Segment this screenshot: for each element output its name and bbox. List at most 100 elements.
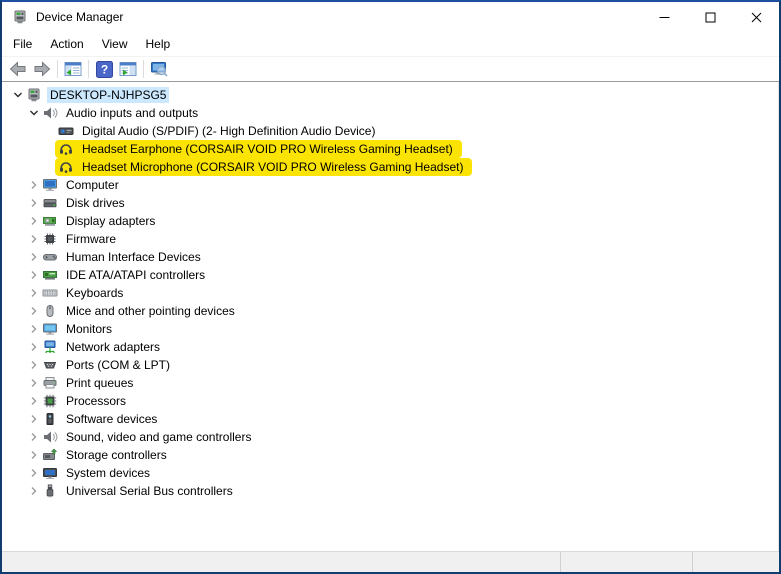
tree-item[interactable]: Mice and other pointing devices xyxy=(2,302,778,320)
tree-item-label: Headset Microphone (CORSAIR VOID PRO Wir… xyxy=(79,159,466,175)
back-button[interactable] xyxy=(6,58,30,80)
tree-item[interactable]: Universal Serial Bus controllers xyxy=(2,482,778,500)
chevron-spacer xyxy=(42,123,58,139)
chevron-expanded-icon[interactable] xyxy=(26,105,42,121)
tree-item-label: Disk drives xyxy=(63,195,128,211)
tree-item[interactable]: Human Interface Devices xyxy=(2,248,778,266)
close-button[interactable] xyxy=(733,2,779,32)
status-bar xyxy=(2,551,779,572)
tree-item[interactable]: Ports (COM & LPT) xyxy=(2,356,778,374)
chevron-collapsed-icon[interactable] xyxy=(26,285,42,301)
tree-item-content: Digital Audio (S/PDIF) (2- High Definiti… xyxy=(58,122,378,140)
show-hide-console-tree-button[interactable] xyxy=(61,58,85,80)
forward-button[interactable] xyxy=(30,58,54,80)
chevron-collapsed-icon[interactable] xyxy=(26,465,42,481)
tree-item[interactable]: Keyboards xyxy=(2,284,778,302)
tree-item-label: Sound, video and game controllers xyxy=(63,429,254,445)
device-tree: DESKTOP-NJHPSG5Audio inputs and outputsD… xyxy=(2,82,779,551)
maximize-icon xyxy=(705,12,716,23)
minimize-button[interactable] xyxy=(641,2,687,32)
chevron-collapsed-icon[interactable] xyxy=(26,195,42,211)
tree-item[interactable]: Storage controllers xyxy=(2,446,778,464)
tree-item[interactable]: Sound, video and game controllers xyxy=(2,428,778,446)
close-icon xyxy=(751,12,762,23)
status-cell xyxy=(560,552,692,572)
tree-item[interactable]: Computer xyxy=(2,176,778,194)
device-manager-icon[interactable] xyxy=(12,9,28,25)
chevron-collapsed-icon[interactable] xyxy=(26,321,42,337)
help-button[interactable]: ? xyxy=(92,58,116,80)
tree-item[interactable]: Print queues xyxy=(2,374,778,392)
tree-item[interactable]: Headset Earphone (CORSAIR VOID PRO Wirel… xyxy=(2,140,778,158)
toolbar-separator xyxy=(88,60,89,78)
tree-item[interactable]: Disk drives xyxy=(2,194,778,212)
chevron-collapsed-icon[interactable] xyxy=(26,393,42,409)
tree-item-label: Storage controllers xyxy=(63,447,170,463)
tree-item[interactable]: Monitors xyxy=(2,320,778,338)
firmware-icon xyxy=(42,231,58,247)
maximize-button[interactable] xyxy=(687,2,733,32)
chevron-collapsed-icon[interactable] xyxy=(26,267,42,283)
tree-item[interactable]: Audio inputs and outputs xyxy=(2,104,778,122)
status-text xyxy=(2,552,560,572)
usb-icon xyxy=(42,483,58,499)
printer-icon xyxy=(42,375,58,391)
tree-item-label: IDE ATA/ATAPI controllers xyxy=(63,267,208,283)
tree-item[interactable]: Software devices xyxy=(2,410,778,428)
chevron-collapsed-icon[interactable] xyxy=(26,231,42,247)
tree-item-label: Digital Audio (S/PDIF) (2- High Definiti… xyxy=(79,123,378,139)
chevron-collapsed-icon[interactable] xyxy=(26,357,42,373)
tree-item-content: Print queues xyxy=(42,374,136,392)
tree-item[interactable]: Firmware xyxy=(2,230,778,248)
tree-item[interactable]: Display adapters xyxy=(2,212,778,230)
tree-item-label: Monitors xyxy=(63,321,115,337)
display-icon xyxy=(42,213,58,229)
tree-item[interactable]: Headset Microphone (CORSAIR VOID PRO Wir… xyxy=(2,158,778,176)
tree-item[interactable]: Processors xyxy=(2,392,778,410)
tree-item-content: Mice and other pointing devices xyxy=(42,302,238,320)
chevron-collapsed-icon[interactable] xyxy=(26,429,42,445)
menu-file[interactable]: File xyxy=(4,34,41,54)
monitor-icon xyxy=(42,321,58,337)
toolbar-separator xyxy=(57,60,58,78)
tree-item-label: Human Interface Devices xyxy=(63,249,204,265)
menu-help[interactable]: Help xyxy=(137,34,180,54)
window-title: Device Manager xyxy=(36,10,123,24)
tree-item-content: IDE ATA/ATAPI controllers xyxy=(42,266,208,284)
chevron-collapsed-icon[interactable] xyxy=(26,339,42,355)
tree-item-label: Network adapters xyxy=(63,339,163,355)
tree-item-label: Keyboards xyxy=(63,285,126,301)
scan-hardware-icon xyxy=(150,61,169,78)
tree-item[interactable]: Digital Audio (S/PDIF) (2- High Definiti… xyxy=(2,122,778,140)
software-icon xyxy=(42,411,58,427)
chevron-collapsed-icon[interactable] xyxy=(26,483,42,499)
tree-item-content: Display adapters xyxy=(42,212,158,230)
menu-view[interactable]: View xyxy=(93,34,137,54)
chevron-collapsed-icon[interactable] xyxy=(26,213,42,229)
chevron-collapsed-icon[interactable] xyxy=(26,303,42,319)
menu-action[interactable]: Action xyxy=(41,34,92,54)
toolbar-separator xyxy=(143,60,144,78)
chevron-collapsed-icon[interactable] xyxy=(26,411,42,427)
tree-item[interactable]: Network adapters xyxy=(2,338,778,356)
chevron-collapsed-icon[interactable] xyxy=(26,177,42,193)
tree-item-label: Display adapters xyxy=(63,213,158,229)
device-manager-window: Device Manager File Action View Help xyxy=(0,0,781,574)
tree-item-label: DESKTOP-NJHPSG5 xyxy=(47,87,169,103)
tree-item[interactable]: IDE ATA/ATAPI controllers xyxy=(2,266,778,284)
chevron-collapsed-icon[interactable] xyxy=(26,249,42,265)
tree-item-content: Monitors xyxy=(42,320,115,338)
tree-item-content: Universal Serial Bus controllers xyxy=(42,482,236,500)
scan-hardware-changes-button[interactable] xyxy=(147,58,171,80)
mouse-icon xyxy=(42,303,58,319)
chevron-expanded-icon[interactable] xyxy=(10,87,26,103)
chevron-collapsed-icon[interactable] xyxy=(26,447,42,463)
svg-text:?: ? xyxy=(100,62,107,76)
tree-item[interactable]: DESKTOP-NJHPSG5 xyxy=(2,86,778,104)
headset-icon xyxy=(58,141,74,157)
help-icon: ? xyxy=(96,61,113,78)
tree-item-content: DESKTOP-NJHPSG5 xyxy=(26,86,169,104)
chevron-collapsed-icon[interactable] xyxy=(26,375,42,391)
show-hide-action-pane-button[interactable] xyxy=(116,58,140,80)
tree-item[interactable]: System devices xyxy=(2,464,778,482)
